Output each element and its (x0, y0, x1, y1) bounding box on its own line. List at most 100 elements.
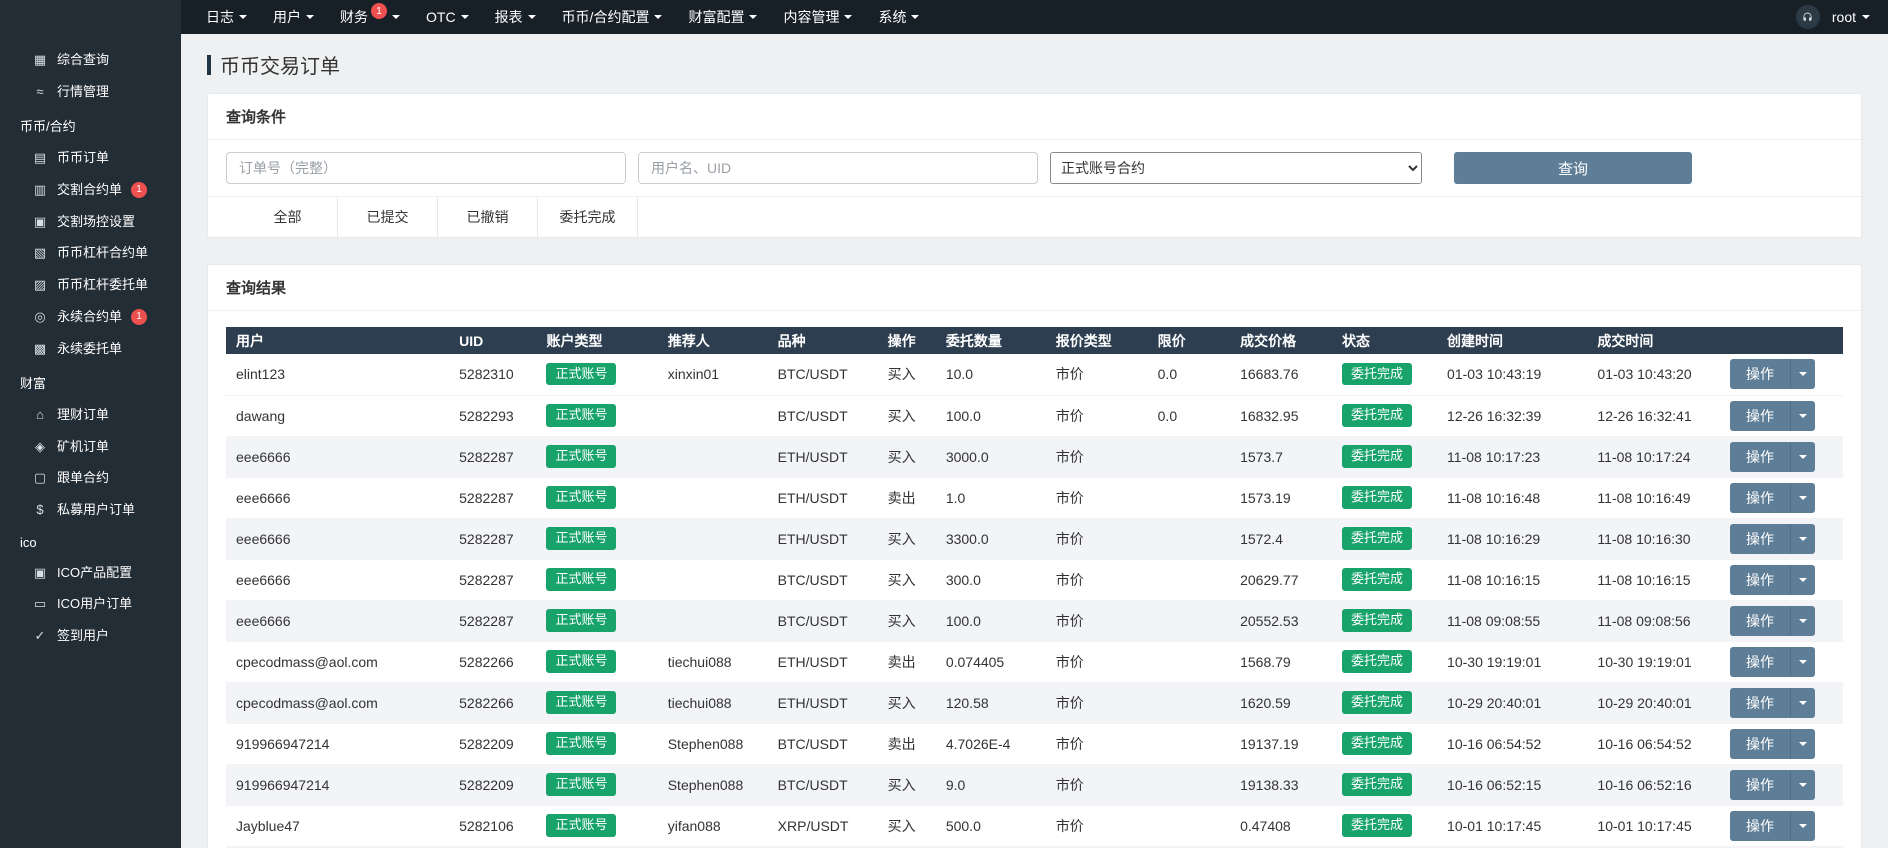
row-action-dropdown-button[interactable] (1790, 401, 1815, 431)
finance-icon: ⌂ (32, 407, 48, 423)
row-action-dropdown-button[interactable] (1790, 811, 1815, 841)
row-action-button[interactable]: 操作 (1730, 811, 1790, 841)
row-action-button[interactable]: 操作 (1730, 565, 1790, 595)
cell-deal-time: 11-08 10:17:24 (1587, 436, 1720, 477)
row-action-button[interactable]: 操作 (1730, 647, 1790, 677)
row-action-button[interactable]: 操作 (1730, 729, 1790, 759)
column-header: 推荐人 (658, 327, 768, 354)
row-action-button[interactable]: 操作 (1730, 606, 1790, 636)
row-action-dropdown-button[interactable] (1790, 770, 1815, 800)
results-table-head-row: 用户 UID 账户类型 推荐人 品种 操作 委托数量 报价类型 限价 成交价格 … (226, 327, 1843, 354)
cell-limit-price (1148, 682, 1230, 723)
row-action-dropdown-button[interactable] (1790, 729, 1815, 759)
sidebar-item[interactable]: ▢ 跟单合约 (0, 462, 181, 494)
navbar-menu-item[interactable]: OTC (413, 0, 482, 34)
row-action-button[interactable]: 操作 (1730, 359, 1790, 389)
row-action-button[interactable]: 操作 (1730, 688, 1790, 718)
cell-user: 919966947214 (226, 723, 449, 764)
navbar-menu-item[interactable]: 财富配置 (675, 0, 770, 34)
row-action-dropdown-button[interactable] (1790, 647, 1815, 677)
search-button[interactable]: 查询 (1454, 152, 1692, 184)
navbar-menu-item[interactable]: 日志 (193, 0, 260, 34)
sidebar-group: ico ▣ ICO产品配置 ▭ ICO用户订单 ✓ 签到用户 (0, 528, 181, 652)
navbar-menu-item[interactable]: 系统 (865, 0, 932, 34)
sidebar-item[interactable]: ▩ 永续委托单 (0, 333, 181, 365)
sidebar-item[interactable]: ◎ 永续合约单 1 (0, 301, 181, 333)
row-action-button[interactable]: 操作 (1730, 524, 1790, 554)
cell-limit-price (1148, 805, 1230, 846)
sidebar-item[interactable]: ▨ 币币杠杆委托单 (0, 269, 181, 301)
row-action-split-button: 操作 (1730, 688, 1815, 718)
row-action-split-button: 操作 (1730, 770, 1815, 800)
cell-referrer (658, 600, 768, 641)
sidebar-item[interactable]: ▦ 综合查询 (0, 44, 181, 76)
row-action-button[interactable]: 操作 (1730, 483, 1790, 513)
cell-amount: 100.0 (936, 600, 1046, 641)
navbar-menu-item[interactable]: 报表 (482, 0, 549, 34)
row-action-dropdown-button[interactable] (1790, 565, 1815, 595)
cell-user: eee6666 (226, 600, 449, 641)
filter-tab[interactable]: 已撤销 (438, 197, 538, 237)
support-button[interactable] (1796, 5, 1820, 29)
navbar-menu-item[interactable]: 币币/合约配置 (549, 0, 676, 34)
cell-deal-price: 16832.95 (1230, 395, 1332, 436)
chevron-down-icon (654, 15, 662, 19)
cell-user: eee6666 (226, 436, 449, 477)
row-action-dropdown-button[interactable] (1790, 442, 1815, 472)
chevron-down-icon (1799, 824, 1807, 828)
row-action-dropdown-button[interactable] (1790, 606, 1815, 636)
cell-account-type: 正式账号 (536, 436, 657, 477)
sidebar-item[interactable]: $ 私募用户订单 (0, 494, 181, 526)
chevron-down-icon (1799, 372, 1807, 376)
sidebar-item[interactable]: ◈ 矿机订单 (0, 431, 181, 463)
chevron-down-icon (844, 15, 852, 19)
username-uid-input[interactable] (638, 152, 1038, 184)
navbar-menu-item[interactable]: 用户 (260, 0, 327, 34)
account-type-select[interactable]: 正式账号合约 (1050, 152, 1422, 184)
row-action-dropdown-button[interactable] (1790, 688, 1815, 718)
sidebar-group: 币币/合约 ▤ 币币订单 ▥ 交割合约单 1 ▣ 交割场控设置 ▧ 币币杠杆合约… (0, 109, 181, 364)
sidebar-item[interactable]: ▣ 交割场控设置 (0, 206, 181, 238)
sidebar-group: ▦ 综合查询 ≈ 行情管理 (0, 44, 181, 107)
sidebar-item[interactable]: ▭ ICO用户订单 (0, 588, 181, 620)
sidebar-item[interactable]: ✓ 签到用户 (0, 620, 181, 652)
filter-tab[interactable]: 全部 (238, 197, 338, 237)
row-action-dropdown-button[interactable] (1790, 359, 1815, 389)
row-action-button[interactable]: 操作 (1730, 401, 1790, 431)
sidebar-item[interactable]: ▧ 币币杠杆合约单 (0, 237, 181, 269)
sidebar-item[interactable]: ⌂ 理财订单 (0, 399, 181, 431)
sidebar-section-header: 财富 (0, 366, 181, 399)
market-chart-icon: ≈ (32, 84, 48, 100)
filter-tab[interactable]: 委托完成 (538, 197, 638, 237)
leverage-contract-icon: ▧ (32, 245, 48, 261)
row-action-dropdown-button[interactable] (1790, 524, 1815, 554)
sidebar-item[interactable]: ▣ ICO产品配置 (0, 557, 181, 589)
navbar-menu-item[interactable]: 财务 1 (327, 0, 413, 34)
cell-user: eee6666 (226, 518, 449, 559)
cell-referrer: tiechui088 (658, 641, 768, 682)
row-action-dropdown-button[interactable] (1790, 483, 1815, 513)
column-header: 创建时间 (1437, 327, 1587, 354)
cell-uid: 5282310 (449, 354, 536, 395)
sidebar-section-header: 币币/合约 (0, 109, 181, 142)
row-action-button[interactable]: 操作 (1730, 442, 1790, 472)
navbar-menu-item[interactable]: 内容管理 (770, 0, 865, 34)
cell-actions: 操作 (1720, 600, 1843, 641)
user-menu[interactable]: root (1832, 9, 1870, 25)
sidebar-item[interactable]: ▥ 交割合约单 1 (0, 174, 181, 206)
cell-amount: 100.0 (936, 395, 1046, 436)
cell-amount: 0.074405 (936, 641, 1046, 682)
notification-badge: 1 (131, 182, 147, 198)
chevron-down-icon (1799, 660, 1807, 664)
chevron-down-icon (1799, 537, 1807, 541)
sidebar-item[interactable]: ▤ 币币订单 (0, 142, 181, 174)
cell-limit-price (1148, 723, 1230, 764)
cell-created-time: 11-08 10:16:29 (1437, 518, 1587, 559)
row-action-button[interactable]: 操作 (1730, 770, 1790, 800)
chevron-down-icon (1799, 578, 1807, 582)
table-row: eee6666 5282287 正式账号 ETH/USDT 卖出 1.0 市价 … (226, 477, 1843, 518)
column-header: 账户类型 (536, 327, 657, 354)
sidebar-item[interactable]: ≈ 行情管理 (0, 76, 181, 108)
order-number-input[interactable] (226, 152, 626, 184)
filter-tab[interactable]: 已提交 (338, 197, 438, 237)
